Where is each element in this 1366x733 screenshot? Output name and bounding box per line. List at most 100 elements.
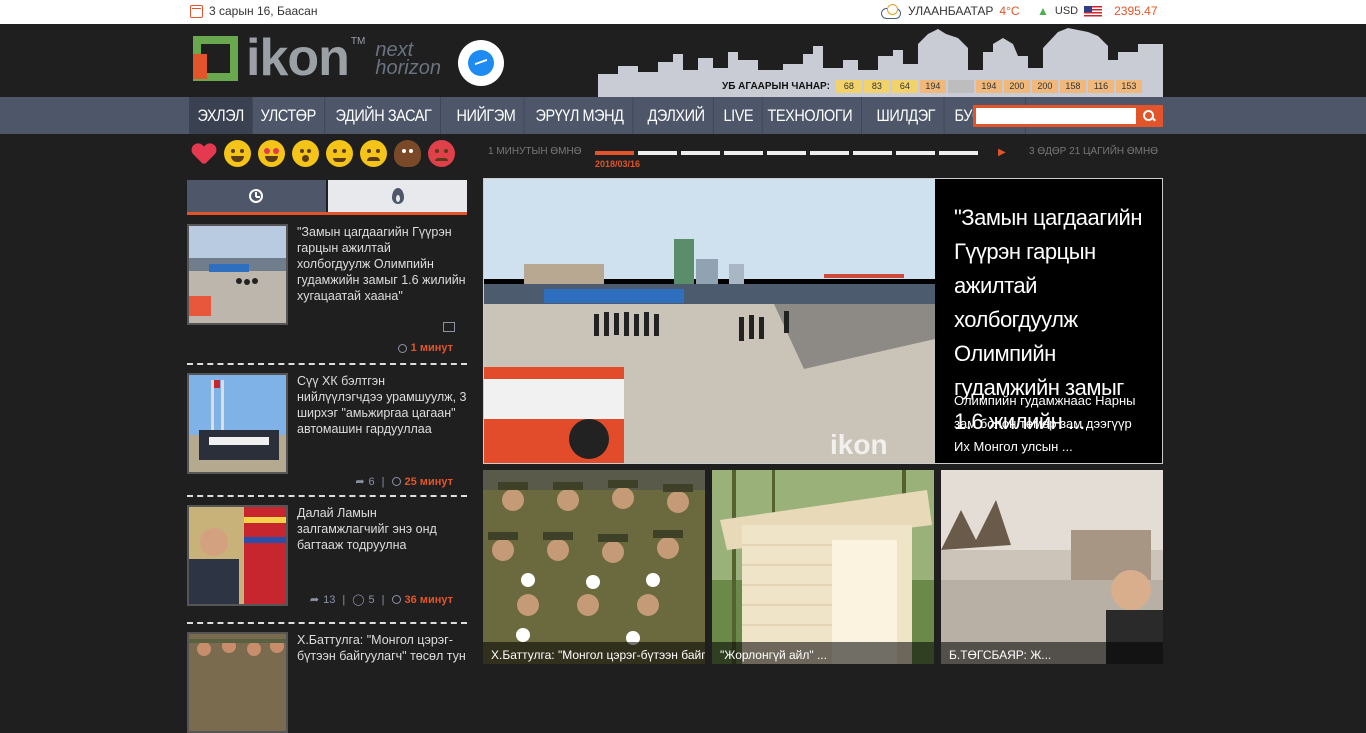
play-icon[interactable]: ▶ [998,147,1006,158]
news-timeline: 1 МИНУТЫН ӨМНӨ 2018/03/16 ▶ 3 ӨДӨР 21 ЦА… [488,146,1163,176]
list-item[interactable]: Сүү ХК бэлтгэн нийлүүлэгчдээ урамшуулж, … [187,365,467,497]
featured-image[interactable]: ikon [484,179,935,463]
arrow-up-icon: ▲ [1037,4,1049,18]
site-logo[interactable]: ikon TM next horizon [193,29,441,87]
nav-item-world[interactable]: ДЭЛХИЙ [639,97,715,134]
logo-mark-icon [193,36,238,81]
list-item-title[interactable]: "Замын цагдаагийн Гүүрэн гарцын ажилтай … [297,224,467,304]
thumbnail[interactable] [187,505,288,606]
poop-icon[interactable] [394,140,421,167]
list-item-meta: 1 минут [397,342,453,354]
thumbnail[interactable] [187,224,288,325]
wow-icon[interactable] [292,140,319,167]
news-tile[interactable]: "Жорлонгүй айл" ... [712,470,934,664]
timeline-start-label: 1 МИНУТЫН ӨМНӨ [488,146,582,157]
search-input[interactable] [976,108,1136,124]
aq-value: 200 [1003,80,1030,93]
list-item-title[interactable]: Далай Ламын залгамжлагчийг энэ онд багта… [297,505,467,553]
logo-trademark: TM [350,36,366,47]
search-icon[interactable] [1143,110,1155,122]
aq-value: 194 [919,80,946,93]
comment-icon: ◯ [352,594,365,606]
timeline-segment[interactable] [939,151,978,155]
nav-items: ЭХЛЭЛ УЛСТӨР ЭДИЙН ЗАСАГ НИЙГЭМ ЭРҮҮЛ МЭ… [189,97,1028,134]
meta-separator: | [381,475,385,488]
timeline-segment[interactable] [810,151,849,155]
nav-item-technology[interactable]: ТЕХНОЛОГИ [759,97,862,134]
timeline-segment[interactable] [767,151,806,155]
aq-value: 158 [1059,80,1086,93]
date-text: 3 сарын 16, Баасан [209,4,318,18]
laugh-icon[interactable] [224,140,251,167]
nav-item-society[interactable]: НИЙГЭМ [448,97,526,134]
nav-item-live[interactable]: LIVE [715,97,763,134]
thumbnail[interactable] [187,632,288,733]
weather-temp: 4°C [999,4,1020,18]
nav-item-home[interactable]: ЭХЛЭЛ [189,97,254,134]
list-item-meta: ➦ 13 | ◯ 5 | 36 минут [310,593,453,607]
nav-item-politics[interactable]: УЛСТӨР [252,97,326,134]
tile-caption[interactable]: Б.ТӨГСБАЯР: Ж... [941,642,1163,664]
aq-value: 83 [863,80,890,93]
news-tile[interactable]: Б.ТӨГСБАЯР: Ж... [941,470,1163,664]
logo-text: ikon [246,29,350,87]
current-date: 3 сарын 16, Баасан [190,4,317,18]
meta-separator: | [342,593,346,606]
list-item-time: 1 минут [410,342,453,354]
angry-icon[interactable] [428,140,455,167]
nav-item-economy[interactable]: ЭДИЙН ЗАСАГ [327,97,441,134]
messenger-icon [468,50,494,76]
top-info-bar: 3 сарын 16, Баасан УЛААНБААТАР 4°C ▲ USD… [0,0,1366,24]
search-box [973,105,1163,127]
hug-icon[interactable] [326,140,353,167]
history-icon [249,189,263,203]
aq-value: 64 [891,80,918,93]
tab-latest[interactable] [187,180,326,212]
tile-caption[interactable]: "Жорлонгүй айл" ... [712,642,934,664]
tile-caption[interactable]: Х.Баттулга: "Монгол цэрэг-бүтээн байгуул… [483,642,705,664]
list-item-time: 25 минут [404,475,453,488]
timeline-end-label: 3 ӨДӨР 21 ЦАГИЙН ӨМНӨ [1029,146,1158,157]
timeline-segment[interactable] [681,151,720,155]
tab-popular[interactable] [328,180,467,212]
heart-eyes-icon[interactable] [258,140,285,167]
timeline-segment[interactable] [724,151,763,155]
heart-icon[interactable] [190,140,217,167]
thumbnail[interactable] [187,373,288,474]
featured-description: Олимпийн гудамжнаас Нарны зам болон төмө… [954,393,1136,454]
timeline-segment[interactable] [853,151,892,155]
sidebar-tabs [187,180,467,215]
list-item-title[interactable]: Сүү ХК бэлтгэн нийлүүлэгчдээ урамшуулж, … [297,373,467,437]
watermark-logo: ikon [830,429,888,460]
meta-separator: | [381,593,385,606]
timeline-segment[interactable] [638,151,677,155]
logo-tagline-horizon: horizon [375,56,441,79]
exchange-rate-widget[interactable]: ▲ USD 2395.47 [1037,4,1158,18]
air-quality-bar: УБ АГААРЫН ЧАНАР: 68 83 64 194 194 200 2… [722,80,1142,93]
list-item[interactable]: Далай Ламын залгамжлагчийг энэ онд багта… [187,497,467,624]
list-item-time: 36 минут [404,593,453,606]
aq-value: 153 [1115,80,1142,93]
clock-icon [391,595,401,604]
timeline-segment[interactable] [595,151,634,155]
list-item-comments: 5 [368,593,375,606]
messenger-button[interactable] [458,40,504,86]
weather-widget[interactable]: УЛААНБААТАР 4°C [878,3,1020,19]
site-header: ikon TM next horizon УБ АГААРЫН ЧАНАР: 6… [0,24,1366,97]
calendar-icon [190,4,203,18]
featured-article[interactable]: ikon "Замын цагдаагийн Гүүрэн гарцын ажи… [483,178,1163,464]
news-tile[interactable]: Х.Баттулга: "Монгол цэрэг-бүтээн байгуул… [483,470,705,664]
nav-item-health[interactable]: ЭРҮҮЛ МЭНД [527,97,633,134]
list-item-shares: 6 [368,475,375,488]
list-item-title[interactable]: Х.Баттулга: "Монгол цэрэг-бүтээн байгуул… [297,632,467,664]
timeline-segment[interactable] [896,151,935,155]
image-icon [443,322,455,332]
share-icon: ➦ [355,476,365,488]
list-item[interactable]: "Замын цагдаагийн Гүүрэн гарцын ажилтай … [187,216,467,365]
latest-news-sidebar: "Замын цагдаагийн Гүүрэн гарцын ажилтай … [187,180,467,733]
nav-item-best[interactable]: ШИЛДЭГ [868,97,945,134]
list-item[interactable]: Х.Баттулга: "Монгол цэрэг-бүтээн байгуул… [187,624,467,733]
sad-icon[interactable] [360,140,387,167]
fire-icon [392,188,404,204]
us-flag-icon [1084,5,1103,17]
